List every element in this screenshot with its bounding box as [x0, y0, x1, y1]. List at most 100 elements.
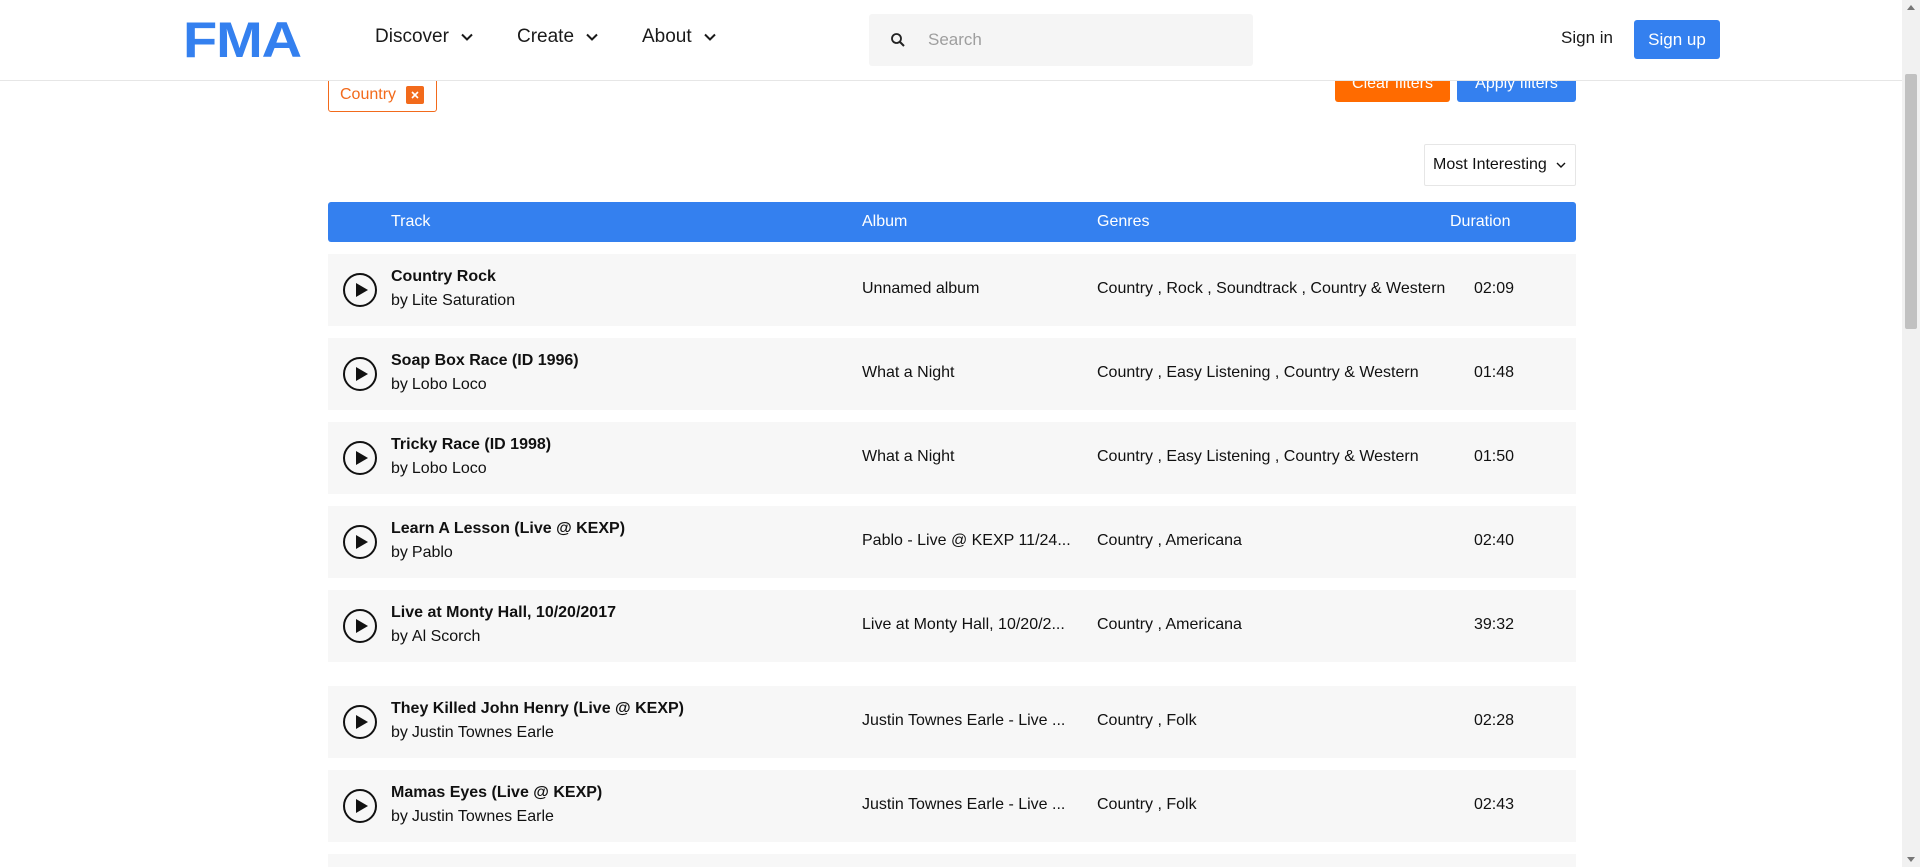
by-label: by — [391, 460, 408, 477]
track-table-header: Track Album Genres Duration — [328, 202, 1576, 242]
track-duration: 02:28 — [1474, 712, 1515, 729]
search-box — [869, 14, 1253, 66]
album-link[interactable]: Unnamed album — [862, 280, 1074, 298]
chevron-down-icon — [461, 33, 473, 41]
track-artist-line: by Lobo Loco — [391, 376, 487, 394]
nav-discover-label: Discover — [375, 26, 449, 47]
by-label: by — [391, 724, 408, 741]
filter-tag-label: Country — [340, 85, 397, 103]
table-row: Country Rock by Lite Saturation Unnamed a… — [328, 254, 1576, 326]
play-icon — [355, 451, 368, 465]
by-label: by — [391, 376, 408, 393]
play-icon — [355, 367, 368, 381]
play-button[interactable] — [343, 525, 377, 559]
by-label: by — [391, 544, 408, 561]
sort-selected-label: Most Interesting — [1433, 156, 1547, 173]
artist-link[interactable]: Justin Townes Earle — [412, 808, 554, 825]
artist-link[interactable]: Al Scorch — [412, 628, 480, 645]
genres-list: Country , Folk — [1097, 796, 1197, 813]
scroll-up-icon[interactable] — [1907, 5, 1915, 10]
track-title[interactable]: Soap Box Race (ID 1996) — [391, 352, 579, 370]
chevron-down-icon — [703, 33, 716, 41]
play-button[interactable] — [343, 705, 377, 739]
fma-logo[interactable]: FMA — [183, 15, 302, 65]
scroll-down-icon[interactable] — [1907, 857, 1915, 862]
album-link[interactable]: Justin Townes Earle - Live ... — [862, 796, 1074, 814]
artist-link[interactable]: Pablo — [412, 544, 453, 561]
play-icon — [355, 535, 368, 549]
nav-create-label: Create — [517, 26, 575, 47]
play-icon — [355, 715, 368, 729]
album-link[interactable]: Justin Townes Earle - Live ... — [862, 712, 1074, 730]
search-input[interactable] — [926, 29, 1226, 51]
track-duration: 02:09 — [1474, 280, 1515, 297]
play-button[interactable] — [343, 441, 377, 475]
track-title[interactable]: Country Rock — [391, 268, 496, 286]
genres-list: Country , Easy Listening , Country & Wes… — [1097, 448, 1419, 465]
artist-link[interactable]: Lobo Loco — [412, 460, 487, 477]
play-button[interactable] — [343, 273, 377, 307]
chevron-down-icon — [586, 33, 598, 41]
play-icon — [355, 619, 368, 633]
nav-about[interactable]: About — [642, 26, 718, 48]
genres-list: Country , Americana — [1097, 616, 1242, 633]
album-link[interactable]: Pablo - Live @ KEXP 11/24... — [862, 532, 1074, 550]
column-genres: Genres — [1097, 213, 1150, 230]
track-duration: 01:48 — [1474, 364, 1515, 381]
genres-list: Country , Folk — [1097, 712, 1197, 729]
scrollbar-thumb[interactable] — [1905, 74, 1917, 329]
sort-dropdown[interactable]: Most Interesting — [1424, 144, 1576, 186]
play-button[interactable] — [343, 609, 377, 643]
active-filter-tag: Country — [328, 77, 437, 112]
track-artist-line: by Al Scorch — [391, 628, 480, 646]
track-duration: 39:32 — [1474, 616, 1515, 633]
genres-list: Country , Easy Listening , Country & Wes… — [1097, 364, 1419, 381]
sign-up-button[interactable]: Sign up — [1634, 20, 1720, 59]
track-artist-line: by Lobo Loco — [391, 460, 487, 478]
track-title[interactable]: Learn A Lesson (Live @ KEXP) — [391, 520, 625, 538]
column-duration: Duration — [1450, 213, 1511, 230]
album-link[interactable]: What a Night — [862, 448, 1074, 466]
remove-filter-button[interactable] — [406, 85, 425, 104]
track-artist-line: by Justin Townes Earle — [391, 808, 554, 826]
play-button[interactable] — [343, 789, 377, 823]
track-artist-line: by Justin Townes Earle — [391, 724, 554, 742]
sign-in-link[interactable]: Sign in — [1561, 28, 1613, 48]
table-row: Learn A Lesson (Live @ KEXP) by Pablo Pab… — [328, 506, 1576, 578]
site-header: FMA Discover Create About Sign in Sign u… — [0, 0, 1902, 81]
nav-discover[interactable]: Discover — [375, 26, 475, 48]
play-icon — [355, 283, 368, 297]
close-icon — [411, 90, 419, 99]
nav-about-label: About — [642, 26, 692, 47]
artist-link[interactable]: Lite Saturation — [412, 292, 515, 309]
album-link[interactable]: What a Night — [862, 364, 1074, 382]
by-label: by — [391, 628, 408, 645]
track-title[interactable]: Live at Monty Hall, 10/20/2017 — [391, 604, 616, 622]
table-row: Live at Monty Hall, 10/20/2017 by Al Scor… — [328, 590, 1576, 662]
album-link[interactable]: Live at Monty Hall, 10/20/2... — [862, 616, 1074, 634]
track-artist-line: by Lite Saturation — [391, 292, 515, 310]
track-duration: 01:50 — [1474, 448, 1515, 465]
table-row: Tricky Race (ID 1998) by Lobo Loco What a… — [328, 422, 1576, 494]
by-label: by — [391, 808, 408, 825]
artist-link[interactable]: Justin Townes Earle — [412, 724, 554, 741]
chevron-down-icon — [1556, 162, 1566, 168]
search-icon — [891, 33, 905, 47]
column-album: Album — [862, 213, 908, 230]
table-row: Soap Box Race (ID 1996) by Lobo Loco What… — [328, 338, 1576, 410]
genres-list: Country , Americana — [1097, 532, 1242, 549]
play-icon — [355, 799, 368, 813]
column-track: Track — [391, 213, 431, 230]
play-button[interactable] — [343, 357, 377, 391]
track-duration: 02:40 — [1474, 532, 1515, 549]
table-row: Mamas Eyes (Live @ KEXP) by Justin Townes… — [328, 770, 1576, 842]
track-title[interactable]: Mamas Eyes (Live @ KEXP) — [391, 784, 602, 802]
track-title[interactable]: They Killed John Henry (Live @ KEXP) — [391, 700, 684, 718]
track-duration: 02:43 — [1474, 796, 1515, 813]
artist-link[interactable]: Lobo Loco — [412, 376, 487, 393]
page-scrollbar[interactable] — [1902, 0, 1920, 867]
by-label: by — [391, 292, 408, 309]
nav-create[interactable]: Create — [517, 26, 600, 48]
track-artist-line: by Pablo — [391, 544, 453, 562]
track-title[interactable]: Tricky Race (ID 1998) — [391, 436, 551, 454]
